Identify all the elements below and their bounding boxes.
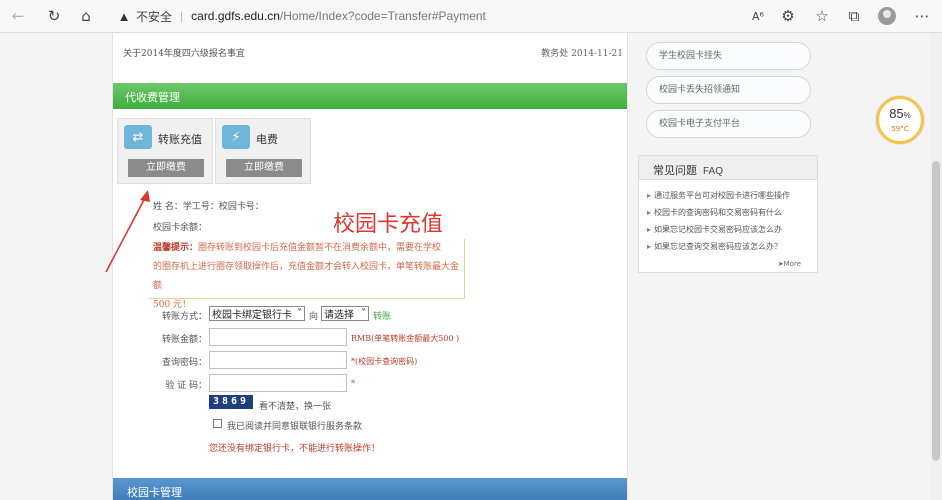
faq-item[interactable]: 如果忘记查询交易密码应该怎么办？ xyxy=(647,241,782,252)
password-hint: *(校园卡查询密码) xyxy=(351,357,418,366)
profile-avatar[interactable] xyxy=(878,7,896,25)
widget-temp: 59°C xyxy=(891,125,909,133)
transfer-label: 转账 xyxy=(373,312,392,322)
target-select[interactable]: 请选择 ˅ xyxy=(321,306,369,321)
collections-icon[interactable]: ⧉ xyxy=(842,5,866,27)
url-path: /Home/Index?code=Transfer#Payment xyxy=(279,9,486,23)
url-separator: | xyxy=(180,9,184,23)
balance-label: 校园卡余额： xyxy=(153,223,208,233)
faq-item[interactable]: 通过服务平台可对校园卡进行哪些操作 xyxy=(647,190,790,201)
faq-title-cn: 常见问题 xyxy=(653,164,697,177)
back-icon[interactable]: ← xyxy=(6,5,30,27)
notice-box: 温馨提示：圈存转账到校园卡后充值金额暂不在消费余额中，需要在学校 的圈存机上进行… xyxy=(149,239,465,310)
captcha-image[interactable]: 3869 xyxy=(209,395,253,409)
faq-title: 常见问题 FAQ xyxy=(639,156,817,180)
code-label: 验 证 码： xyxy=(165,381,207,391)
right-link-payment-platform[interactable]: 校园卡电子支付平台 xyxy=(646,110,811,138)
refresh-icon[interactable]: ↻ xyxy=(42,5,66,27)
insecure-label: 不安全 xyxy=(136,9,173,24)
password-input[interactable] xyxy=(209,351,347,369)
transfer-method-value: 校园卡绑定银行卡 xyxy=(212,310,292,321)
card-management-header: 校园卡管理 xyxy=(113,478,627,500)
service-label: 电费 xyxy=(256,133,278,146)
agree-checkbox[interactable] xyxy=(213,419,222,428)
notice-text-1: 圈存转账到校园卡后充值金额暂不在消费余额中，需要在学校 xyxy=(198,243,442,253)
page-scrollbar[interactable] xyxy=(930,33,942,500)
page-content: 关于2014年度四六级报名事宜 教务处 2014-11-21 代收费管理 ⇄ 转… xyxy=(0,33,942,500)
faq-item[interactable]: 如果忘记校园卡交易密码应该怎么办 xyxy=(647,224,782,235)
target-value: 请选择 xyxy=(324,310,354,321)
right-link-found-notice[interactable]: 校园卡丢失招领通知 xyxy=(646,76,811,104)
section-header: 代收费管理 xyxy=(113,83,627,109)
amount-input[interactable] xyxy=(209,328,347,346)
faq-more-link[interactable]: ➤More xyxy=(778,260,801,268)
bind-warning: 您还没有绑定银行卡，不能进行转账操作！ xyxy=(209,444,381,454)
right-link-lost-card[interactable]: 学生校园卡挂失 xyxy=(646,42,811,70)
menu-icon[interactable]: ⋯ xyxy=(910,5,934,27)
extensions-icon[interactable]: ⚙ xyxy=(776,5,800,27)
annotation-arrow xyxy=(105,190,150,273)
home-icon[interactable]: ⌂ xyxy=(74,5,98,27)
to-label: 向 xyxy=(309,312,319,322)
transfer-method-label: 转账方式： xyxy=(161,312,207,322)
electricity-icon: ⚡ xyxy=(222,125,250,149)
warning-icon: ▲ xyxy=(117,8,131,24)
user-info-line: 姓 名：学工号：校园卡号： xyxy=(153,202,264,212)
widget-percent-value: 85 xyxy=(889,106,904,121)
main-panel: 关于2014年度四六级报名事宜 教务处 2014-11-21 代收费管理 ⇄ 转… xyxy=(112,33,628,500)
widget-percent: 85% xyxy=(879,106,921,121)
notice-text-2: 的圈存机上进行圈存领取操作后，充值金额才会转入校园卡，单笔转账最大金额 xyxy=(153,262,460,291)
amount-label: 转账金额： xyxy=(161,335,207,345)
amount-hint: RMB(单笔转账金额最大500 ) xyxy=(351,334,460,343)
scrollbar-thumb[interactable] xyxy=(932,161,940,461)
service-transfer[interactable]: ⇄ 转账充值 立即缴费 xyxy=(117,118,213,184)
widget-percent-unit: % xyxy=(903,111,911,120)
chevron-down-icon: ˅ xyxy=(361,308,366,319)
read-aloud-icon[interactable]: A⁶ xyxy=(746,5,770,27)
page-title: 校园卡充值 xyxy=(333,212,444,237)
transfer-method-select[interactable]: 校园卡绑定银行卡 ˅ xyxy=(209,306,305,321)
faq-panel: 常见问题 FAQ 通过服务平台可对校园卡进行哪些操作 校园卡的查询密码和交易密码有… xyxy=(638,155,818,273)
service-electricity[interactable]: ⚡ 电费 立即缴费 xyxy=(215,118,311,184)
password-label: 查询密码： xyxy=(161,358,207,368)
code-hint: * xyxy=(351,379,355,388)
performance-widget[interactable]: 85% 59°C xyxy=(876,96,924,144)
faq-more-text: More xyxy=(783,260,801,268)
chevron-down-icon: ˅ xyxy=(297,308,302,319)
faq-title-en: FAQ xyxy=(703,166,724,177)
faq-item[interactable]: 校园卡的查询密码和交易密码有什么 xyxy=(647,207,782,218)
browser-toolbar: ← ↻ ⌂ ▲ 不安全 | card.gdfs.edu.cn /Home/Ind… xyxy=(0,0,942,33)
url-host: card.gdfs.edu.cn xyxy=(191,9,280,23)
news-title[interactable]: 关于2014年度四六级报名事宜 xyxy=(123,46,245,59)
agree-label: 我已阅读并同意银联银行服务条款 xyxy=(227,422,363,432)
pay-now-button[interactable]: 立即缴费 xyxy=(128,159,204,177)
address-bar[interactable]: ▲ 不安全 | card.gdfs.edu.cn /Home/Index?cod… xyxy=(108,5,738,27)
code-input[interactable] xyxy=(209,374,347,392)
news-date: 教务处 2014-11-21 xyxy=(541,49,623,59)
pay-now-button[interactable]: 立即缴费 xyxy=(226,159,302,177)
news-item[interactable]: 关于2014年度四六级报名事宜 教务处 2014-11-21 xyxy=(123,46,623,59)
right-column: 学生校园卡挂失 校园卡丢失招领通知 校园卡电子支付平台 常见问题 FAQ 通过服务… xyxy=(638,33,818,500)
service-label: 转账充值 xyxy=(158,133,202,146)
transfer-icon: ⇄ xyxy=(124,125,152,149)
captcha-refresh-link[interactable]: 看不清楚，换一张 xyxy=(259,399,331,412)
favorites-icon[interactable]: ☆ xyxy=(810,5,834,27)
